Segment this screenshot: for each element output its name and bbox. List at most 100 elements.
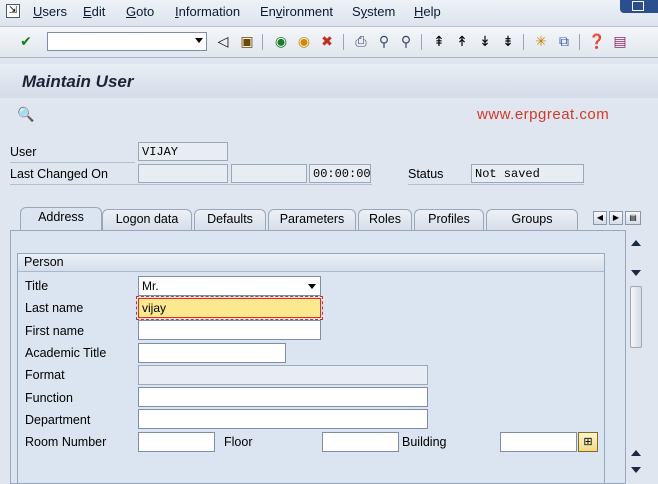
floor-label: Floor xyxy=(224,435,253,449)
status-field: Not saved xyxy=(471,164,584,183)
last-name-label: Last name xyxy=(25,301,84,315)
divider xyxy=(10,184,372,185)
cancel-icon[interactable]: ✖ xyxy=(318,33,336,51)
enter-icon[interactable]: ✔ xyxy=(17,33,35,51)
tab-parameters[interactable]: Parameters xyxy=(268,209,356,230)
user-field: VIJAY xyxy=(138,142,228,161)
watermark-text: www.erpgreat.com xyxy=(477,106,610,123)
page-title: Maintain User xyxy=(22,72,134,91)
room-number-label: Room Number xyxy=(25,435,107,449)
toolbar-separator xyxy=(579,34,580,50)
help-icon[interactable]: ❓ xyxy=(588,33,606,51)
menu-users-mnemonic: U xyxy=(33,4,43,19)
next-page-icon[interactable]: ↡ xyxy=(476,33,494,51)
menu-system-label-b: stem xyxy=(367,4,396,19)
chevron-down-icon[interactable] xyxy=(195,38,203,43)
person-group-title: Person xyxy=(24,255,64,269)
window-restore-button[interactable] xyxy=(620,0,658,13)
previous-page-icon[interactable]: ↟ xyxy=(453,33,471,51)
department-label: Department xyxy=(25,413,91,427)
back-green-icon[interactable]: ◉ xyxy=(272,33,290,51)
find-next-icon[interactable]: ⚲ xyxy=(397,33,415,51)
menu-goto-label: oto xyxy=(136,4,155,19)
tab-logon-data[interactable]: Logon data xyxy=(102,209,192,230)
room-number-input[interactable] xyxy=(138,432,215,452)
create-session-icon[interactable]: ✳ xyxy=(532,33,550,51)
menu-help-label: elp xyxy=(423,4,441,19)
format-label: Format xyxy=(25,368,65,382)
floor-input[interactable] xyxy=(322,432,399,452)
save-icon[interactable]: ▣ xyxy=(238,33,256,51)
command-input[interactable] xyxy=(50,34,190,49)
toolbar-separator xyxy=(421,34,422,50)
menu-environment-label-b: ironment xyxy=(282,4,333,19)
last-name-input[interactable]: vijay xyxy=(136,296,323,320)
back-arrow-icon[interactable]: ◁ xyxy=(214,33,232,51)
format-field xyxy=(138,365,428,385)
menu-edit[interactable]: Edit xyxy=(83,4,105,19)
shortcut-icon[interactable]: ⧉ xyxy=(555,33,573,51)
tab-roles[interactable]: Roles xyxy=(358,209,412,230)
divider xyxy=(408,184,584,185)
layout-menu-icon[interactable]: ▤ xyxy=(611,33,629,51)
status-label: Status xyxy=(408,167,444,181)
tab-list-button[interactable]: ▤ xyxy=(625,211,641,225)
restore-icon xyxy=(632,1,644,11)
tab-address[interactable]: Address xyxy=(20,207,102,231)
system-menu-icon[interactable]: ⇲ xyxy=(6,4,20,18)
function-label: Function xyxy=(25,391,73,405)
menu-system[interactable]: System xyxy=(352,4,395,19)
expand-icon: ⊞ xyxy=(583,436,593,448)
menu-goto[interactable]: Goto xyxy=(126,4,154,19)
standard-toolbar: ✔ ◁ ▣ ◉ ◉ ✖ ⎙ ⚲ ⚲ ⇞ ↟ ↡ ⇟ ✳ ⧉ ❓ ▤ xyxy=(0,27,658,58)
chevron-down-icon[interactable] xyxy=(308,284,316,289)
person-group-header: Person xyxy=(18,254,604,272)
menu-information[interactable]: Information xyxy=(175,4,240,19)
tab-scroll-right-button[interactable]: ▶ xyxy=(609,211,623,225)
building-input[interactable] xyxy=(500,432,577,452)
title-value: Mr. xyxy=(142,279,159,293)
menu-users[interactable]: Users xyxy=(33,4,67,19)
menu-help[interactable]: Help xyxy=(414,4,441,19)
find-icon[interactable]: ⚲ xyxy=(375,33,393,51)
print-icon[interactable]: ⎙ xyxy=(352,33,370,51)
toolbar-separator xyxy=(343,34,344,50)
function-input[interactable] xyxy=(138,387,428,407)
scroll-bottom-icon[interactable] xyxy=(631,467,641,473)
menu-help-mnemonic: H xyxy=(414,4,424,19)
last-page-icon[interactable]: ⇟ xyxy=(499,33,517,51)
last-changed-by-field xyxy=(138,164,228,183)
toolbar-separator xyxy=(262,34,263,50)
menu-bar: ⇲ Users Edit Goto Information Environmen… xyxy=(0,0,658,27)
building-label: Building xyxy=(402,435,447,449)
divider xyxy=(10,162,135,163)
more-fields-button[interactable]: ⊞ xyxy=(578,432,598,452)
first-page-icon[interactable]: ⇞ xyxy=(430,33,448,51)
menu-environment[interactable]: Environment xyxy=(260,4,333,19)
tab-list-icon: ▤ xyxy=(629,213,637,222)
menu-users-label: sers xyxy=(42,4,67,19)
first-name-input[interactable] xyxy=(138,320,321,340)
tab-profiles[interactable]: Profiles xyxy=(414,209,484,230)
menu-edit-label: dit xyxy=(91,4,106,19)
scroll-down-icon[interactable] xyxy=(631,450,641,456)
command-field[interactable] xyxy=(47,32,207,51)
vertical-scrollbar[interactable] xyxy=(627,238,645,484)
chevron-left-icon: ◀ xyxy=(596,213,604,222)
title-dropdown[interactable]: Mr. xyxy=(138,276,321,296)
scroll-top-icon[interactable] xyxy=(631,240,641,246)
tab-scroll-left-button[interactable]: ◀ xyxy=(593,211,607,225)
tab-defaults[interactable]: Defaults xyxy=(194,209,266,230)
toolbar-separator xyxy=(523,34,524,50)
title-label: Title xyxy=(25,279,49,293)
chevron-right-icon: ▶ xyxy=(612,213,620,222)
scrollbar-thumb[interactable] xyxy=(630,286,642,348)
department-input[interactable] xyxy=(138,409,428,429)
menu-system-label-a: S xyxy=(352,4,361,19)
academic-title-input[interactable] xyxy=(138,343,286,363)
scroll-up-icon[interactable] xyxy=(631,270,641,276)
display-detail-icon[interactable]: 🔍 xyxy=(17,106,35,124)
exit-icon[interactable]: ◉ xyxy=(295,33,313,51)
tab-groups[interactable]: Groups xyxy=(486,209,578,230)
last-changed-date-field xyxy=(231,164,307,183)
